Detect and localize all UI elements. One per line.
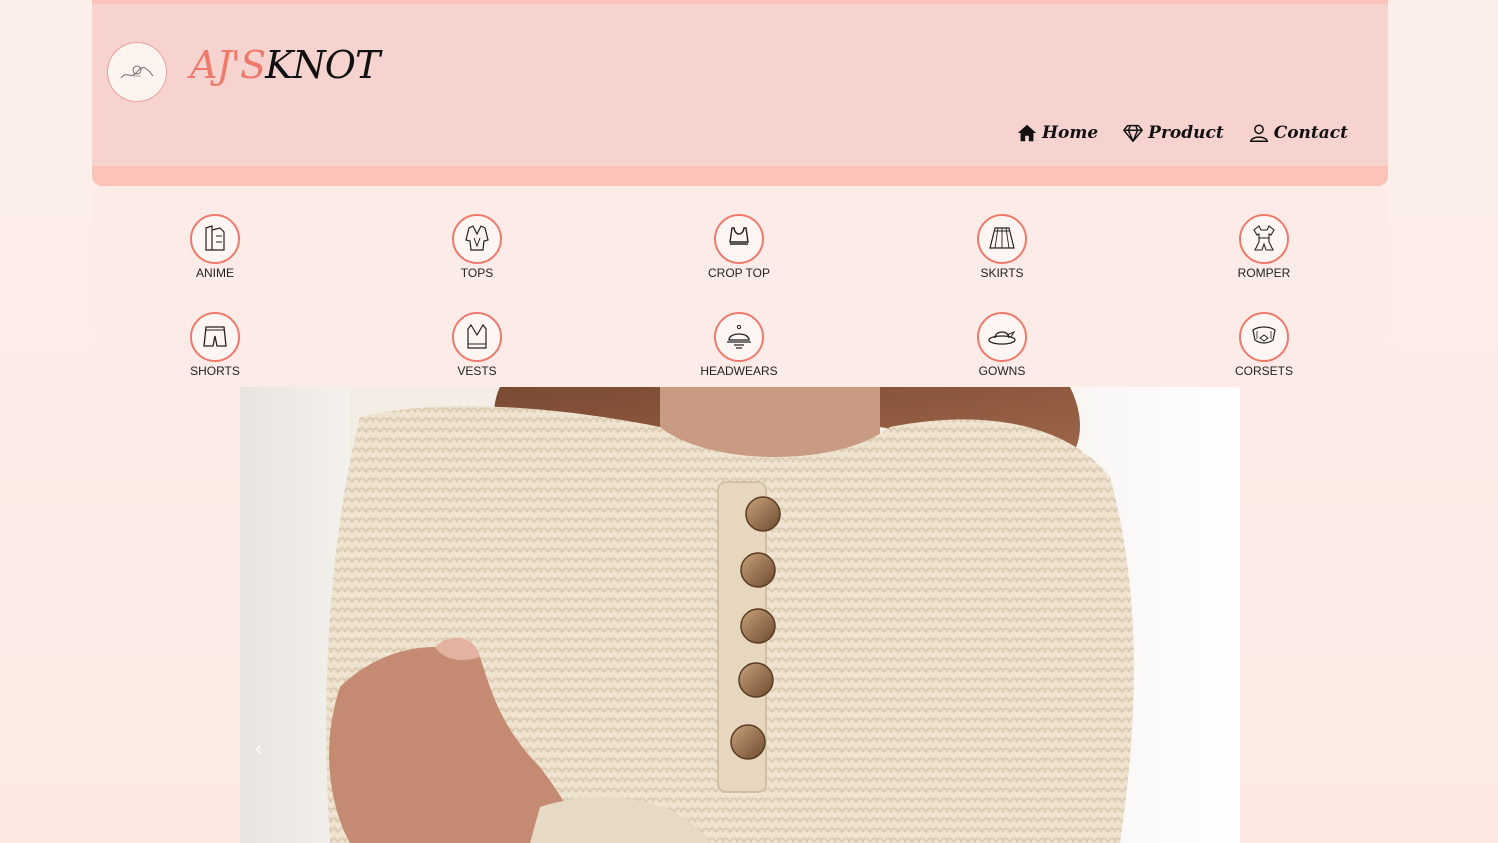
category-vests[interactable]: VESTS	[417, 312, 537, 378]
main-nav: Home Product Contact	[1016, 122, 1348, 144]
category-shorts-circle	[190, 312, 240, 362]
category-headwears[interactable]: HEADWEARS	[679, 312, 799, 378]
category-vests-circle	[452, 312, 502, 362]
logo-icon	[120, 65, 154, 79]
nav-contact[interactable]: Contact	[1248, 122, 1348, 144]
carousel-prev-button[interactable]: ‹	[254, 737, 263, 762]
skirt-icon	[989, 227, 1015, 249]
site-header: AJ'SKNOT Home Product Contact	[92, 0, 1388, 186]
crop-top-icon	[729, 227, 749, 245]
nav-product-label: Product	[1148, 123, 1224, 143]
tops-icon	[465, 225, 489, 251]
category-romper-circle	[1239, 214, 1289, 264]
corset-icon	[1252, 326, 1276, 344]
category-vests-label: VESTS	[457, 364, 497, 378]
brand-part-2: KNOT	[265, 43, 380, 87]
category-corsets-label: CORSETS	[1234, 364, 1293, 378]
category-tops[interactable]: TOPS	[417, 214, 537, 280]
category-tops-circle	[452, 214, 502, 264]
anime-outfit-icon	[205, 225, 225, 251]
user-icon	[1249, 124, 1268, 142]
category-romper[interactable]: ROMPER	[1204, 214, 1324, 280]
category-gowns[interactable]: GOWNS	[942, 312, 1062, 378]
nav-contact-label: Contact	[1273, 123, 1348, 143]
category-skirts-circle	[977, 214, 1027, 264]
diamond-icon	[1123, 124, 1144, 142]
romper-icon	[1253, 225, 1275, 251]
category-gowns-label: GOWNS	[978, 364, 1026, 378]
shorts-icon	[203, 326, 227, 347]
logo[interactable]	[107, 42, 167, 102]
category-shorts[interactable]: SHORTS	[155, 312, 275, 378]
category-skirts-label: SKIRTS	[980, 266, 1024, 280]
gown-hat-icon	[988, 330, 1016, 345]
category-crop-top-circle	[714, 214, 764, 264]
hero-sweater-image	[326, 387, 1134, 843]
brand-name[interactable]: AJ'SKNOT	[190, 43, 380, 87]
nav-home-label: Home	[1041, 123, 1099, 143]
category-anime[interactable]: ANIME	[155, 214, 275, 280]
category-grid: ANIME TOPS CROP TOP SKIRTS ROMPER SHORTS	[92, 186, 1388, 388]
category-tops-label: TOPS	[460, 266, 494, 280]
category-gowns-circle	[977, 312, 1027, 362]
vest-icon	[467, 323, 487, 349]
category-romper-label: ROMPER	[1237, 266, 1291, 280]
category-corsets[interactable]: CORSETS	[1204, 312, 1324, 378]
header-band	[92, 166, 1388, 186]
home-icon	[1017, 124, 1037, 142]
nav-product[interactable]: Product	[1122, 122, 1224, 144]
category-corsets-circle	[1239, 312, 1289, 362]
category-anime-circle	[190, 214, 240, 264]
hero-carousel[interactable]: ‹	[240, 387, 1240, 843]
category-shorts-label: SHORTS	[190, 364, 240, 378]
category-crop-top[interactable]: CROP TOP	[679, 214, 799, 280]
category-skirts[interactable]: SKIRTS	[942, 214, 1062, 280]
headwear-icon	[727, 324, 751, 349]
nav-home[interactable]: Home	[1016, 122, 1098, 144]
category-anime-label: ANIME	[195, 266, 234, 280]
category-headwears-label: HEADWEARS	[700, 364, 778, 378]
brand-part-1: AJ'S	[190, 43, 266, 87]
category-crop-top-label: CROP TOP	[707, 266, 771, 280]
category-headwears-circle	[714, 312, 764, 362]
